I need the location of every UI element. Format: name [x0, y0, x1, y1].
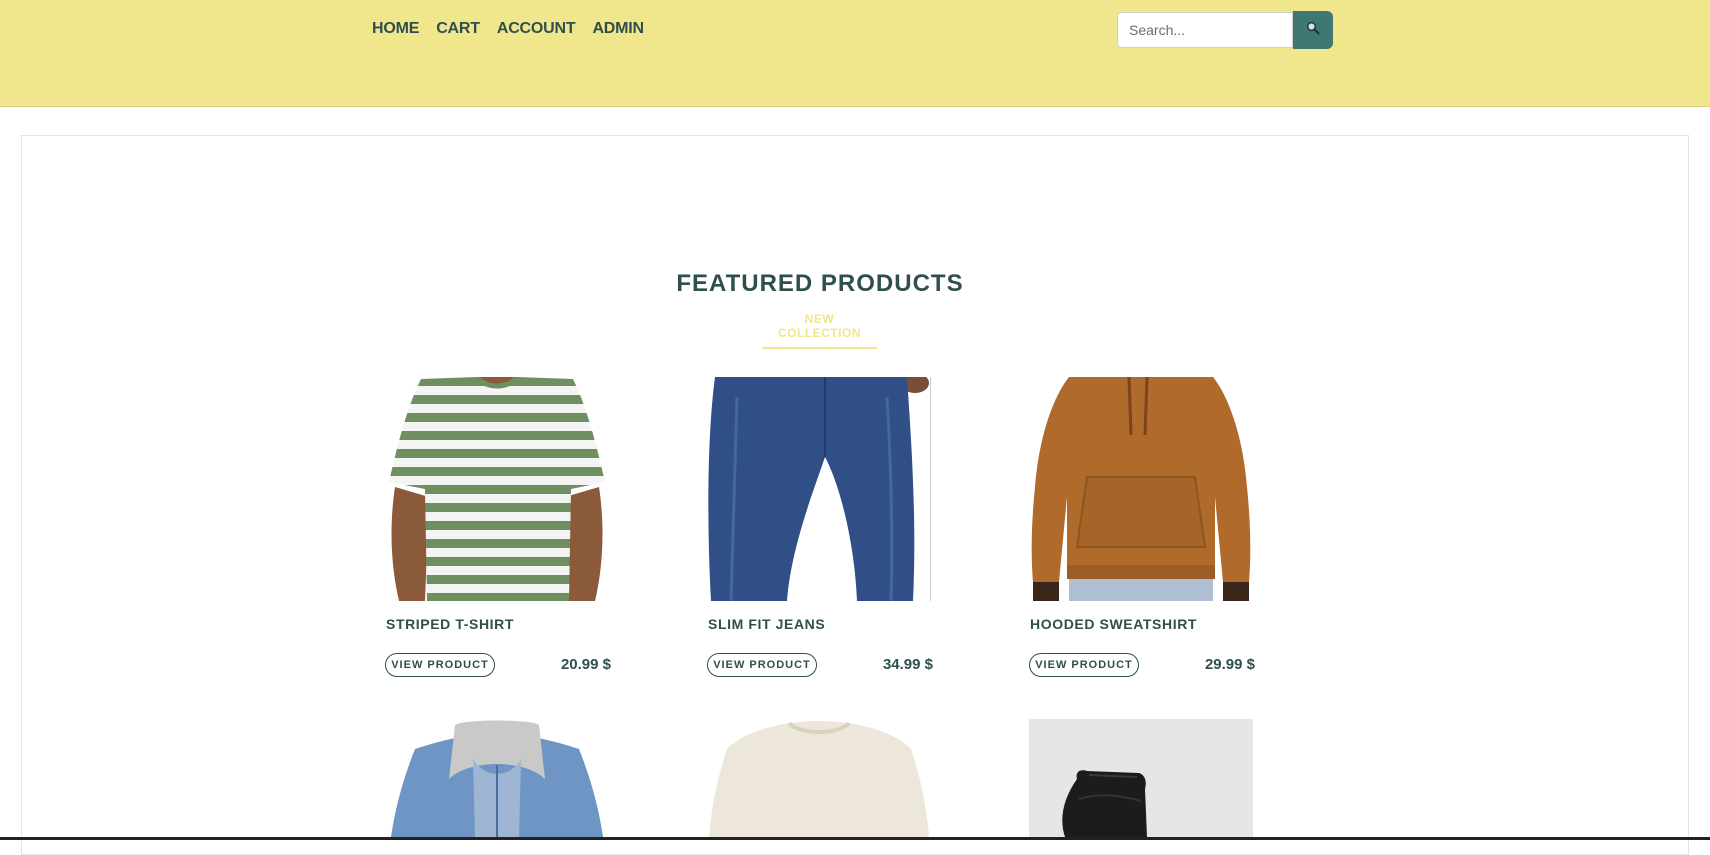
main-nav: HOME CART ACCOUNT ADMIN [372, 20, 644, 38]
product-card [1029, 719, 1255, 837]
product-price: 34.99 $ [882, 656, 933, 673]
search-bar [1117, 11, 1333, 49]
product-image[interactable] [707, 719, 931, 837]
product-name[interactable]: SLIM FIT JEANS [708, 616, 825, 632]
product-card [707, 719, 933, 837]
view-product-button[interactable]: VIEW PRODUCT [707, 653, 817, 677]
site-header: HOME CART ACCOUNT ADMIN [0, 0, 1710, 107]
search-icon [1306, 21, 1320, 40]
product-image[interactable] [1029, 719, 1253, 837]
product-price: 29.99 $ [1204, 656, 1255, 673]
view-product-button[interactable]: VIEW PRODUCT [1029, 653, 1139, 677]
view-product-button[interactable]: VIEW PRODUCT [385, 653, 495, 677]
search-button[interactable] [1293, 11, 1333, 49]
product-card [385, 719, 611, 837]
product-image[interactable] [707, 377, 931, 601]
product-name[interactable]: STRIPED T-SHIRT [386, 616, 514, 632]
nav-home-link[interactable]: HOME [372, 20, 419, 38]
product-image[interactable] [385, 377, 609, 601]
product-card: SLIM FIT JEANS VIEW PRODUCT 34.99 $ [707, 377, 933, 677]
search-input[interactable] [1117, 12, 1293, 48]
product-image[interactable] [385, 719, 609, 837]
nav-admin-link[interactable]: ADMIN [592, 20, 644, 38]
nav-cart-link[interactable]: CART [436, 20, 480, 38]
product-card: HOODED SWEATSHIRT VIEW PRODUCT 29.99 $ [1029, 377, 1255, 677]
section-subtitle: NEW COLLECTION [762, 312, 877, 349]
nav-account-link[interactable]: ACCOUNT [497, 20, 576, 38]
product-card: STRIPED T-SHIRT VIEW PRODUCT 20.99 $ [385, 377, 611, 677]
section-title: FEATURED PRODUCTS [676, 270, 964, 297]
product-name[interactable]: HOODED SWEATSHIRT [1030, 616, 1197, 632]
product-price: 20.99 $ [560, 656, 611, 673]
product-image[interactable] [1029, 377, 1253, 601]
